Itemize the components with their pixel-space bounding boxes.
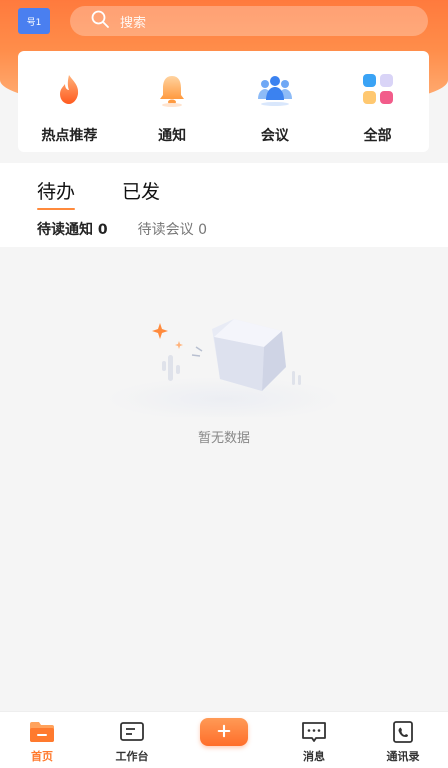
search-icon (90, 9, 110, 33)
bottom-nav: 首页 工作台 消息 通讯录 (0, 711, 448, 768)
sub-tab-count: 0 (97, 222, 108, 238)
workbench-icon (118, 720, 146, 744)
add-button[interactable] (200, 718, 248, 746)
quick-action-label: 全部 (363, 128, 392, 144)
sub-tabs: 待读通知 0 待读会议 0 (37, 219, 207, 239)
tab-sent[interactable]: 已发 (122, 177, 160, 204)
sub-tab-label: 待读通知 (37, 222, 93, 238)
flame-icon (47, 67, 91, 111)
bell-icon (150, 67, 194, 111)
task-tabs-section: 待办 已发 待读通知 0 待读会议 0 (0, 163, 448, 247)
sub-tab-label: 待读会议 (137, 222, 194, 238)
folder-home-icon (28, 720, 56, 744)
nav-label: 工作台 (115, 750, 149, 763)
empty-state: 暂无数据 (0, 247, 448, 711)
sub-tab-unread-meetings[interactable]: 待读会议 0 (138, 219, 207, 239)
tab-todo[interactable]: 待办 (37, 177, 76, 210)
empty-text: 暂无数据 (197, 431, 250, 446)
people-icon (253, 67, 297, 111)
sub-tab-count: 0 (198, 222, 207, 238)
quick-action-meeting[interactable]: 会议 (230, 67, 320, 145)
nav-label: 首页 (31, 750, 53, 763)
search-placeholder: 搜索 (120, 15, 147, 31)
user-badge[interactable]: 号1 (18, 8, 50, 34)
grid-icon (356, 67, 400, 111)
search-input[interactable]: 搜索 (70, 6, 428, 36)
empty-box-illustration (104, 307, 344, 421)
user-badge-text: 号1 (26, 17, 42, 28)
nav-home[interactable]: 首页 (12, 720, 72, 764)
quick-action-label: 会议 (260, 128, 289, 144)
quick-action-hot[interactable]: 热点推荐 (24, 67, 114, 145)
nav-messages[interactable]: 消息 (284, 720, 344, 764)
nav-label: 通讯录 (386, 750, 420, 763)
plus-icon (217, 723, 231, 742)
contacts-icon (389, 720, 417, 744)
message-icon (300, 720, 328, 744)
nav-contacts[interactable]: 通讯录 (373, 720, 433, 764)
nav-label: 消息 (303, 750, 325, 763)
quick-actions-card: 热点推荐 通知 会议 全部 (18, 51, 429, 152)
quick-action-all[interactable]: 全部 (333, 67, 423, 145)
nav-workbench[interactable]: 工作台 (102, 720, 162, 764)
quick-action-label: 热点推荐 (41, 128, 98, 144)
quick-action-label: 通知 (158, 128, 187, 144)
quick-action-notice[interactable]: 通知 (127, 67, 217, 145)
sub-tab-unread-notices[interactable]: 待读通知 0 (37, 219, 108, 239)
